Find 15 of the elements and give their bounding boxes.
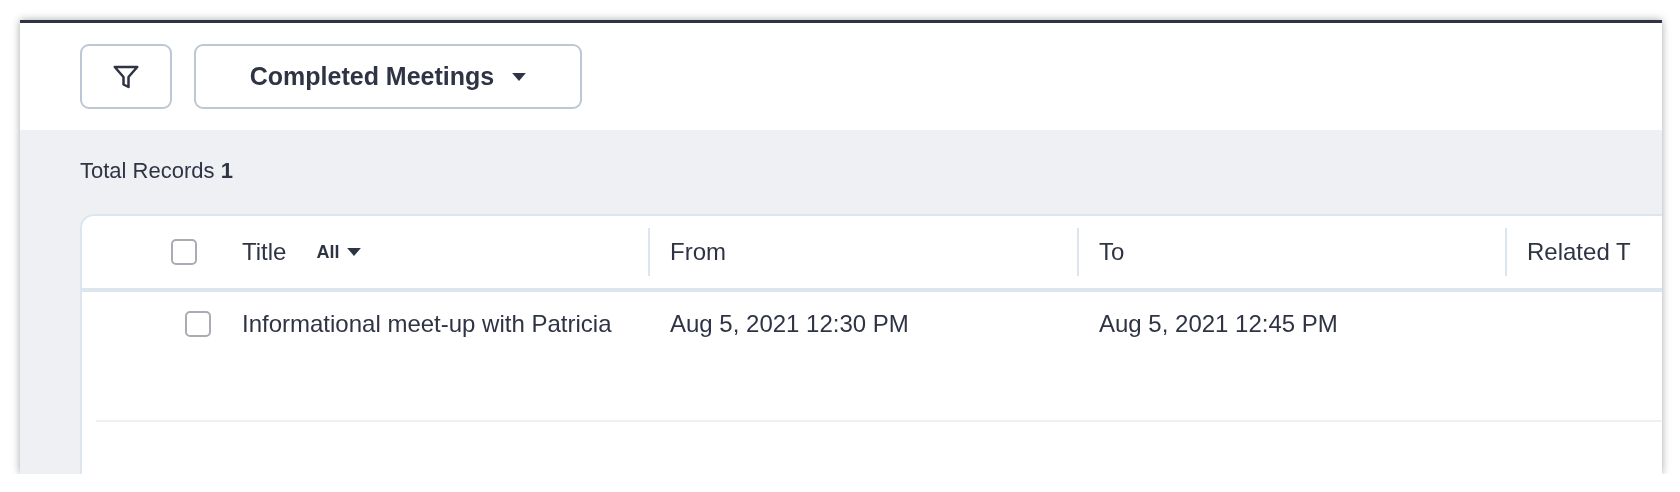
filter-button[interactable] bbox=[80, 44, 172, 109]
caret-icon bbox=[347, 248, 362, 256]
table-cell-text: Aug 5, 2021 12:45 PM bbox=[1099, 309, 1338, 339]
table-cell-text: Informational meet-up with Patricia bbox=[242, 309, 612, 339]
column-header[interactable]: Related T bbox=[1527, 238, 1631, 266]
total-records-label: Total Records 1 bbox=[80, 157, 233, 185]
view-dropdown[interactable]: Completed Meetings bbox=[194, 44, 582, 109]
table-cell-text: Aug 5, 2021 12:30 PM bbox=[670, 309, 909, 339]
caret-icon bbox=[512, 72, 527, 81]
checkbox[interactable] bbox=[171, 239, 197, 265]
column-header[interactable]: From bbox=[670, 238, 726, 266]
column-header[interactable]: To bbox=[1099, 238, 1125, 266]
checkbox[interactable] bbox=[185, 311, 211, 337]
column-header[interactable]: Title bbox=[242, 238, 287, 266]
filter-dropdown[interactable]: All bbox=[316, 241, 362, 263]
